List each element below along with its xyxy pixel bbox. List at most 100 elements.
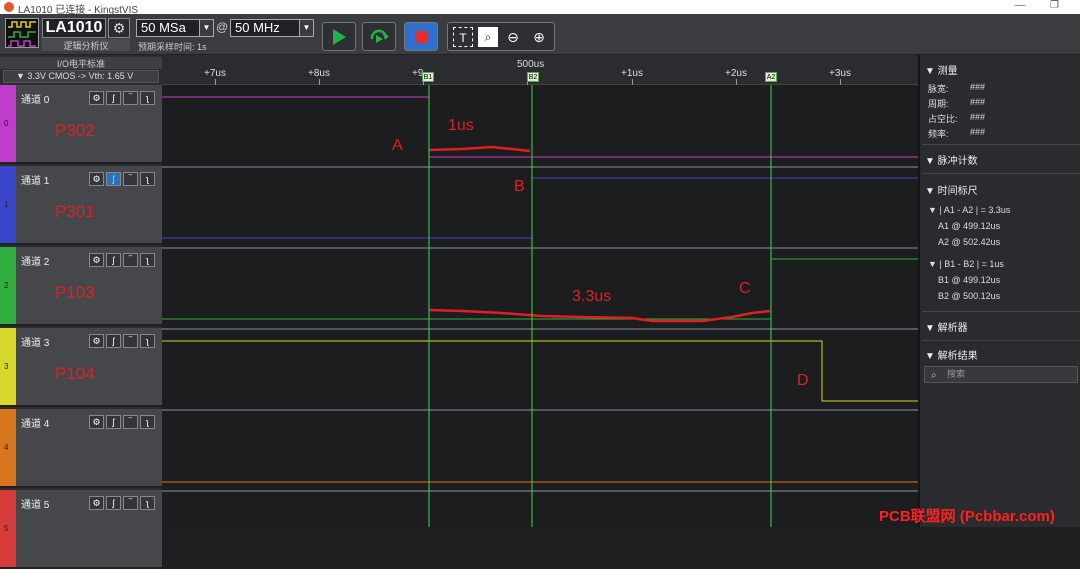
zoom-out-icon[interactable]: ⊖ (503, 27, 523, 47)
title-bar: LA1010 已连接 - KingstVIS — ❐ (0, 0, 1080, 16)
annotation-stroke-1us (428, 145, 531, 153)
channel-annotation: P302 (55, 121, 95, 140)
chevron-down-icon[interactable]: ▼ (199, 20, 213, 36)
watermark: PCB联盟网 (Pcbbar.com) (879, 508, 1055, 525)
zoom-in-icon[interactable]: ⊕ (529, 27, 549, 47)
channel-name[interactable]: 通道 2 (21, 253, 49, 268)
channel-color-strip: 4 (0, 409, 16, 486)
device-settings-gear-icon[interactable]: ⚙ (108, 18, 130, 38)
trigger-icons: ⚙ ʃ ‾ ʅ (89, 250, 159, 267)
channel-name[interactable]: 通道 1 (21, 172, 49, 187)
falling-edge-icon[interactable]: ʅ (140, 91, 155, 105)
play-icon (333, 29, 346, 45)
measure-value: ### (970, 112, 986, 122)
rising-edge-icon[interactable]: ʃ (106, 415, 121, 429)
measure-section-header[interactable]: ▼ 测量 (925, 62, 958, 77)
time-ruler[interactable]: 500us +7us +8us +9 +1us +2us +3us B1 B2 … (162, 55, 918, 85)
high-level-icon[interactable]: ‾ (123, 91, 138, 105)
analyzer-header[interactable]: ▼ 解析器 (925, 319, 968, 334)
trigger-icons: ⚙ ʃ ‾ ʅ (89, 412, 159, 429)
high-level-icon[interactable]: ‾ (123, 496, 138, 510)
zoom-fit-icon[interactable]: ⌕ (478, 27, 498, 47)
results-header[interactable]: ▼ 解析结果 (925, 347, 978, 362)
channel-number: 1 (4, 200, 9, 209)
falling-edge-icon[interactable]: ʅ (140, 415, 155, 429)
frequency-value: 50 MHz (235, 20, 280, 35)
ruler-tick: +3us (829, 68, 851, 79)
gear-icon[interactable]: ⚙ (89, 334, 104, 348)
measurement-panel: ▼ 测量 脉宽: ### 周期: ### 占空比: ### 频率: ### ▼ … (918, 55, 1080, 527)
measure-label: 脉宽: (928, 84, 949, 94)
gear-icon[interactable]: ⚙ (89, 415, 104, 429)
channel-1-trace (162, 177, 918, 239)
rising-edge-icon[interactable]: ʃ (106, 91, 121, 105)
text-tool-icon[interactable]: T (453, 27, 473, 47)
high-level-icon[interactable]: ‾ (123, 172, 138, 186)
gear-icon[interactable]: ⚙ (89, 172, 104, 186)
rising-edge-icon[interactable]: ʃ (106, 334, 121, 348)
gear-icon[interactable]: ⚙ (89, 91, 104, 105)
high-level-icon[interactable]: ‾ (123, 415, 138, 429)
channel-color-strip: 1 (0, 166, 16, 243)
channel-name[interactable]: 通道 5 (21, 496, 49, 511)
channel-row-0[interactable]: 0 通道 0 ⚙ ʃ ‾ ʅ P302 (0, 85, 162, 164)
channel-annotation: P104 (55, 364, 95, 383)
sample-rate-select[interactable]: 50 MSa ▼ (136, 19, 214, 37)
stop-button[interactable] (404, 22, 438, 51)
channel-0-trace (162, 96, 918, 158)
sample-rate-value: 50 MSa (141, 20, 186, 35)
falling-edge-icon[interactable]: ʅ (140, 172, 155, 186)
channel-color-strip: 0 (0, 85, 16, 162)
high-level-icon[interactable]: ‾ (123, 253, 138, 267)
rising-edge-icon[interactable]: ʃ (106, 496, 121, 510)
high-level-icon[interactable]: ‾ (123, 334, 138, 348)
frequency-select[interactable]: 50 MHz ▼ (230, 19, 314, 37)
falling-edge-icon[interactable]: ʅ (140, 496, 155, 510)
b-cursor-delta[interactable]: ▼ | B1 - B2 | = 1us (928, 259, 1004, 269)
divider (922, 340, 1080, 341)
a1-position: A1 @ 499.12us (938, 221, 1001, 231)
minimize-button[interactable]: — (1015, 0, 1025, 11)
restore-button[interactable]: ❐ (1050, 0, 1059, 11)
pulse-count-header[interactable]: ▼ 脉冲计数 (925, 152, 978, 167)
gear-icon[interactable]: ⚙ (89, 253, 104, 267)
divider (922, 144, 1080, 145)
b2-position: B2 @ 500.12us (938, 291, 1001, 301)
channel-number: 4 (4, 443, 9, 452)
falling-edge-icon[interactable]: ʅ (140, 334, 155, 348)
annotation-c: C (739, 280, 751, 297)
channel-row-2[interactable]: 2 通道 2 ⚙ ʃ ‾ ʅ P103 (0, 247, 162, 326)
rising-edge-icon[interactable]: ʃ (106, 172, 121, 186)
waveform-area[interactable]: 1us A B 3.3us C D (162, 85, 918, 527)
channel-row-1[interactable]: 1 通道 1 ⚙ ʃ ‾ ʅ P301 (0, 166, 162, 245)
channel-name[interactable]: 通道 0 (21, 91, 49, 106)
channel-row-4[interactable]: 4 通道 4 ⚙ ʃ ‾ ʅ (0, 409, 162, 488)
gear-icon[interactable]: ⚙ (89, 496, 104, 510)
start-button[interactable] (322, 22, 356, 51)
rising-edge-icon[interactable]: ʃ (106, 253, 121, 267)
channel-row-5[interactable]: 5 通道 5 ⚙ ʃ ‾ ʅ (0, 490, 162, 569)
sample-time-label: 预期采样时间: 1s (138, 42, 207, 52)
time-ruler-header[interactable]: ▼ 时间标尺 (925, 182, 978, 197)
ruler-tick: +7us (204, 68, 226, 79)
channel-row-3[interactable]: 3 通道 3 ⚙ ʃ ‾ ʅ P104 (0, 328, 162, 407)
marker-b1[interactable]: B1 (422, 72, 434, 82)
falling-edge-icon[interactable]: ʅ (140, 253, 155, 267)
chevron-down-icon[interactable]: ▼ (299, 20, 313, 36)
loop-start-button[interactable] (362, 22, 396, 51)
trigger-icons: ⚙ ʃ ‾ ʅ (89, 493, 159, 510)
search-input[interactable]: ⌕ 搜索 (924, 366, 1078, 383)
ruler-tick: +2us (725, 68, 747, 79)
marker-a2[interactable]: A2 (765, 72, 777, 82)
search-icon: ⌕ (931, 370, 937, 381)
ruler-tick: +8us (308, 68, 330, 79)
channel-name[interactable]: 通道 4 (21, 415, 49, 430)
io-standard-select[interactable]: ▼ 3.3V CMOS -> Vth: 1.65 V (3, 70, 159, 83)
channel-name[interactable]: 通道 3 (21, 334, 49, 349)
marker-b2[interactable]: B2 (527, 72, 539, 82)
loop-play-icon (370, 29, 389, 43)
divider (922, 311, 1080, 312)
b1-position: B1 @ 499.12us (938, 275, 1001, 285)
device-name[interactable]: LA1010 (42, 18, 106, 38)
a-cursor-delta[interactable]: ▼ | A1 - A2 | = 3.3us (928, 205, 1010, 215)
